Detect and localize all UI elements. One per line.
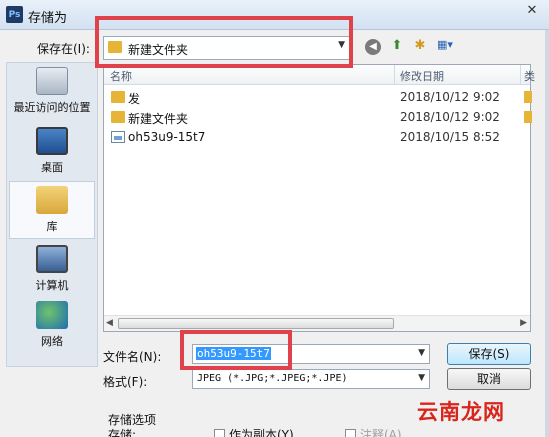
column-more: 类 bbox=[524, 70, 535, 83]
format-dropdown[interactable]: JPEG (*.JPG;*.JPEG;*.JPE) ▼ bbox=[192, 369, 430, 389]
file-date: 2018/10/12 9:02 bbox=[400, 110, 500, 124]
save-in-label: 保存在(I): bbox=[37, 42, 90, 56]
scrollbar-thumb[interactable] bbox=[118, 318, 394, 329]
file-row[interactable]: oh53u9-15t7 2018/10/15 8:52 bbox=[104, 127, 530, 147]
watermark: 云南龙网 bbox=[417, 400, 505, 424]
highlight-box-save-in bbox=[95, 16, 353, 68]
up-folder-icon[interactable]: ⬆ bbox=[387, 38, 407, 56]
new-folder-icon[interactable]: ✱ bbox=[410, 38, 430, 56]
recent-places-icon bbox=[36, 67, 68, 95]
file-name: oh53u9-15t7 bbox=[128, 130, 206, 144]
chevron-down-icon[interactable]: ▼ bbox=[418, 348, 425, 358]
column-divider[interactable] bbox=[394, 65, 395, 85]
place-library[interactable]: 库 bbox=[9, 181, 95, 239]
column-divider[interactable] bbox=[520, 65, 521, 85]
file-date: 2018/10/12 9:02 bbox=[400, 90, 500, 104]
window-title: 存储为 bbox=[28, 11, 68, 26]
store-label: 存储: bbox=[108, 428, 137, 437]
horizontal-scrollbar[interactable]: ◀ ▶ bbox=[104, 315, 530, 331]
place-label: 桌面 bbox=[41, 161, 63, 174]
as-copy-checkbox[interactable]: 作为副本(Y) bbox=[214, 426, 294, 437]
save-button[interactable]: 保存(S) bbox=[447, 343, 531, 365]
checkbox-box[interactable] bbox=[214, 429, 225, 437]
notes-checkbox[interactable]: 注释(A) bbox=[345, 426, 402, 437]
file-row[interactable]: 发 2018/10/12 9:02 bbox=[104, 87, 532, 107]
file-row[interactable]: 新建文件夹 2018/10/12 9:02 bbox=[104, 107, 532, 127]
file-list[interactable]: ⌃ 名称 修改日期 类 发 2018/10/12 9:02 新建文件夹 2018… bbox=[103, 64, 535, 332]
place-label: 库 bbox=[46, 220, 58, 233]
network-icon bbox=[36, 301, 68, 329]
folder-icon bbox=[111, 111, 125, 123]
checkbox-box[interactable] bbox=[345, 429, 356, 437]
format-value: JPEG (*.JPG;*.JPEG;*.JPE) bbox=[197, 373, 348, 384]
place-label: 网络 bbox=[41, 335, 63, 348]
as-copy-label: 作为副本(Y) bbox=[229, 428, 294, 437]
computer-icon bbox=[36, 245, 68, 273]
format-label: 格式(F): bbox=[103, 375, 148, 389]
places-bar: 最近访问的位置 桌面 库 计算机 网络 bbox=[6, 62, 98, 367]
scroll-right-icon[interactable]: ▶ bbox=[520, 318, 527, 328]
filename-label: 文件名(N): bbox=[103, 350, 162, 364]
window-edge bbox=[545, 30, 549, 437]
place-desktop[interactable]: 桌面 bbox=[9, 127, 95, 175]
place-recent[interactable]: 最近访问的位置 bbox=[9, 67, 95, 115]
photoshop-app-icon: Ps bbox=[6, 6, 23, 23]
column-header: ⌃ 名称 修改日期 类 bbox=[104, 64, 535, 85]
file-name: 新建文件夹 bbox=[128, 112, 189, 126]
place-computer[interactable]: 计算机 bbox=[9, 245, 95, 293]
folder-icon bbox=[111, 91, 125, 103]
close-icon[interactable]: ✕ bbox=[523, 3, 541, 21]
column-name-header[interactable]: 名称 bbox=[110, 68, 132, 84]
highlight-box-filename bbox=[180, 330, 292, 370]
back-icon[interactable]: ◀ bbox=[365, 39, 381, 55]
desktop-icon bbox=[36, 127, 68, 155]
file-date: 2018/10/15 8:52 bbox=[400, 130, 500, 144]
cancel-button[interactable]: 取消 bbox=[447, 368, 531, 390]
library-icon bbox=[36, 186, 68, 214]
column-date-header[interactable]: 修改日期 bbox=[400, 68, 444, 84]
file-name: 发 bbox=[128, 92, 141, 106]
notes-label: 注释(A) bbox=[360, 428, 402, 437]
file-type-cut bbox=[524, 111, 532, 123]
place-label: 最近访问的位置 bbox=[13, 101, 91, 114]
image-file-icon bbox=[111, 131, 125, 143]
scroll-left-icon[interactable]: ◀ bbox=[106, 318, 113, 328]
place-network[interactable]: 网络 bbox=[9, 301, 95, 349]
place-label: 计算机 bbox=[35, 279, 69, 292]
view-menu-icon[interactable]: ▦▾ bbox=[432, 38, 458, 56]
chevron-down-icon: ▼ bbox=[418, 373, 425, 383]
file-type-cut bbox=[524, 91, 532, 103]
